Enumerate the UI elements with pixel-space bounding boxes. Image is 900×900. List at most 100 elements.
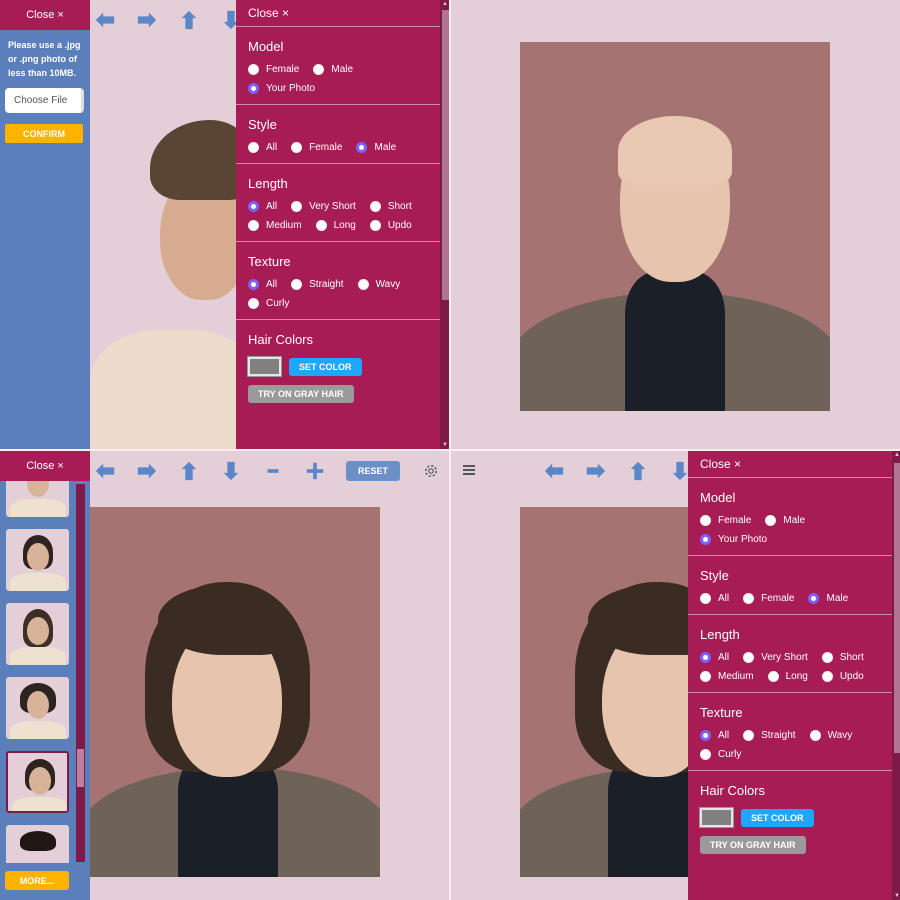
arrow-right-icon [137, 463, 157, 479]
section-title: Hair Colors [700, 783, 766, 798]
move-right-button[interactable] [126, 5, 168, 35]
radio-texture-wavy[interactable]: Wavy [357, 279, 400, 290]
move-up-button[interactable] [617, 456, 659, 486]
upload-instructions: Please use a .jpg or .png photo of less … [8, 40, 81, 78]
hair-color-swatch[interactable] [247, 356, 282, 377]
gear-icon[interactable] [422, 462, 440, 480]
close-thumbnail-panel-button[interactable]: Close × [0, 451, 90, 481]
radio-length-medium[interactable]: Medium [248, 220, 302, 231]
radio-texture-all[interactable]: All [248, 279, 277, 290]
radio-model-your-photo[interactable]: Your Photo [700, 534, 890, 545]
model-section: Model Female Male Your Photo [236, 27, 449, 105]
radio-length-very-short[interactable]: Very Short [743, 652, 808, 663]
radio-length-updo[interactable]: Updo [369, 220, 412, 231]
radio-model-female[interactable]: Female [248, 64, 299, 75]
radio-icon [248, 142, 259, 153]
set-color-button[interactable]: SET COLOR [289, 357, 362, 376]
toolbar [84, 0, 252, 40]
radio-model-female[interactable]: Female [700, 515, 751, 526]
scrollbar-thumb[interactable] [442, 10, 449, 300]
filter-panel-scrollbar[interactable]: ▲ ▼ [440, 0, 449, 449]
radio-texture-straight[interactable]: Straight [743, 730, 796, 741]
screen-result-bald [451, 0, 900, 449]
close-filter-panel-button[interactable]: Close × [688, 451, 900, 478]
radio-length-updo[interactable]: Updo [821, 671, 864, 682]
set-color-button[interactable]: SET COLOR [741, 808, 814, 827]
radio-length-very-short[interactable]: Very Short [291, 201, 356, 212]
radio-texture-straight[interactable]: Straight [291, 279, 344, 290]
radio-label: Medium [718, 671, 754, 682]
radio-length-medium[interactable]: Medium [700, 671, 754, 682]
move-right-button[interactable] [126, 456, 168, 486]
close-upload-panel-button[interactable]: Close × [0, 0, 90, 30]
hairstyle-thumbnail[interactable] [6, 529, 69, 591]
radio-model-your-photo[interactable]: Your Photo [248, 83, 438, 94]
radio-length-short[interactable]: Short [821, 652, 864, 663]
radio-texture-curly[interactable]: Curly [248, 298, 438, 309]
move-down-button[interactable] [210, 456, 252, 486]
radio-label: Straight [761, 730, 796, 741]
hamburger-menu-icon[interactable] [463, 465, 475, 475]
hair-color-swatch[interactable] [699, 807, 734, 828]
radio-icon [357, 279, 369, 290]
arrow-down-icon [223, 461, 239, 481]
radio-texture-all[interactable]: All [700, 730, 729, 741]
hairstyle-thumbnail[interactable] [6, 603, 69, 665]
zoom-in-button[interactable] [294, 456, 336, 486]
scroll-down-icon[interactable]: ▼ [441, 441, 449, 449]
move-left-button[interactable] [84, 456, 126, 486]
radio-style-female[interactable]: Female [291, 142, 342, 153]
radio-model-male[interactable]: Male [765, 515, 805, 526]
radio-label: Your Photo [266, 83, 316, 94]
filter-panel-scrollbar[interactable]: ▲ ▼ [892, 451, 900, 900]
move-up-button[interactable] [168, 456, 210, 486]
zoom-out-button[interactable] [252, 456, 294, 486]
scrollbar-thumb[interactable] [77, 749, 84, 787]
scroll-down-icon[interactable]: ▼ [893, 892, 900, 900]
toolbar: RESET [84, 451, 440, 491]
style-section: Style All Female Male [688, 556, 900, 615]
hairstyle-thumbnail[interactable] [6, 481, 69, 517]
radio-texture-curly[interactable]: Curly [700, 749, 890, 760]
more-button[interactable]: MORE... [5, 871, 69, 890]
length-section: Length All Very Short Short Medium Long … [688, 615, 900, 693]
plus-icon [306, 462, 324, 480]
close-filter-panel-button[interactable]: Close × [236, 0, 449, 27]
scroll-up-icon[interactable]: ▲ [441, 0, 449, 8]
radio-label: All [718, 730, 730, 741]
move-up-button[interactable] [168, 5, 210, 35]
choose-file-button[interactable]: Choose File [5, 88, 84, 113]
confirm-button[interactable]: CONFIRM [5, 124, 83, 143]
screen-filter-open: Close × Model Female Male Your Photo Sty… [451, 451, 900, 900]
try-gray-hair-button[interactable]: TRY ON GRAY HAIR [700, 836, 806, 854]
radio-icon [821, 671, 833, 682]
radio-style-all[interactable]: All [700, 593, 729, 604]
radio-style-all[interactable]: All [248, 142, 277, 153]
radio-label: Updo [839, 671, 864, 682]
radio-style-male[interactable]: Male [808, 593, 848, 604]
hairstyle-thumbnail-selected[interactable] [6, 751, 69, 813]
radio-style-female[interactable]: Female [743, 593, 794, 604]
arrow-right-icon [586, 463, 606, 479]
radio-texture-wavy[interactable]: Wavy [809, 730, 852, 741]
hairstyle-thumbnail[interactable] [6, 825, 69, 863]
scroll-up-icon[interactable]: ▲ [893, 451, 900, 459]
radio-length-long[interactable]: Long [767, 671, 808, 682]
move-left-button[interactable] [84, 5, 126, 35]
radio-model-male[interactable]: Male [313, 64, 353, 75]
radio-length-all[interactable]: All [700, 652, 729, 663]
radio-style-male[interactable]: Male [356, 142, 396, 153]
radio-length-long[interactable]: Long [315, 220, 356, 231]
move-right-button[interactable] [575, 456, 617, 486]
radio-label: Your Photo [718, 534, 768, 545]
reset-button[interactable]: RESET [346, 461, 401, 481]
scrollbar-thumb[interactable] [894, 463, 900, 753]
radio-length-short[interactable]: Short [369, 201, 412, 212]
radio-icon [291, 142, 303, 153]
radio-length-all[interactable]: All [248, 201, 277, 212]
hairstyle-thumbnail[interactable] [6, 677, 69, 739]
move-left-button[interactable] [533, 456, 575, 486]
thumbnail-scrollbar[interactable] [76, 484, 85, 862]
try-gray-hair-button[interactable]: TRY ON GRAY HAIR [248, 385, 354, 403]
section-title: Length [700, 627, 740, 642]
